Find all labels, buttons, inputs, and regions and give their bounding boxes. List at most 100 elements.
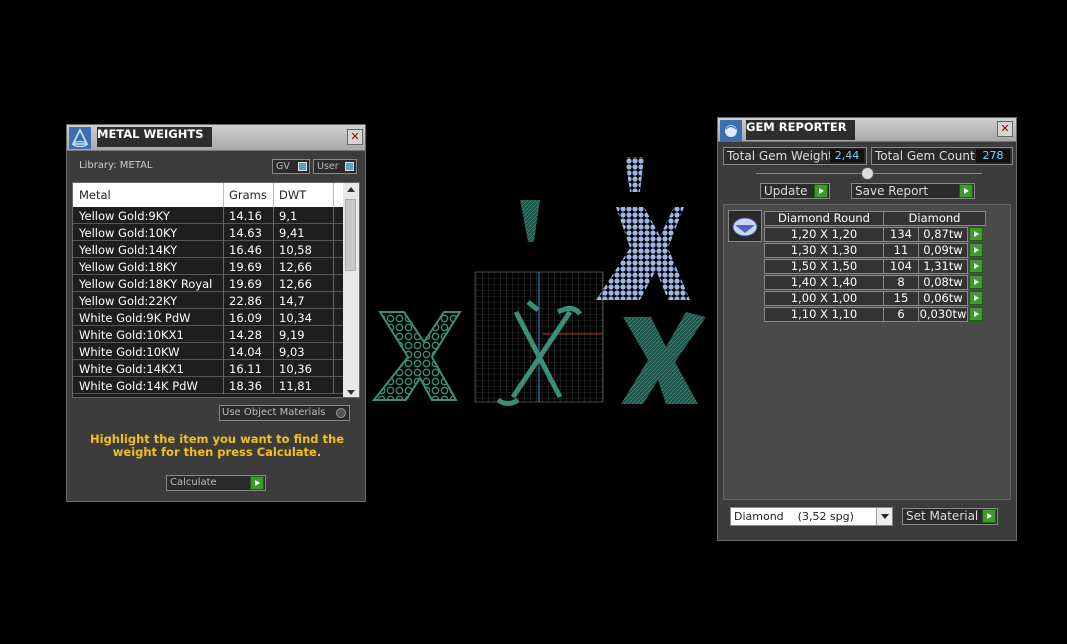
user-toggle-knob-icon <box>345 162 354 171</box>
viewport-3d[interactable] <box>368 152 708 412</box>
metal-row[interactable]: White Gold:9K PdW 16.09 10,34 <box>73 309 345 326</box>
metal-row[interactable]: White Gold:14K PdW 18.36 11,81 <box>73 377 345 394</box>
gem-row[interactable]: 1,00 X 1,00 15 0,06tw <box>764 291 1004 306</box>
col-divider <box>333 292 334 309</box>
scroll-down-icon[interactable] <box>347 390 355 395</box>
metal-name: White Gold:14K PdW <box>79 379 198 393</box>
gem-size: 1,10 X 1,10 <box>764 307 884 322</box>
gem-row[interactable]: 1,40 X 1,40 8 0,08tw <box>764 275 1004 290</box>
save-report-button[interactable]: Save Report <box>851 183 975 199</box>
header-diamond-round[interactable]: Diamond Round <box>764 211 884 226</box>
gem-row[interactable]: 1,50 X 1,50 104 1,31tw <box>764 259 1004 274</box>
gem-row[interactable]: 1,10 X 1,10 6 0,030tw <box>764 307 1004 322</box>
metal-dwt: 12,66 <box>279 260 312 274</box>
metal-name: Yellow Gold:10KY <box>79 226 178 240</box>
user-toggle[interactable]: User <box>313 159 357 174</box>
col-divider <box>333 183 334 207</box>
metal-row[interactable]: Yellow Gold:22KY 22.86 14,7 <box>73 292 345 309</box>
gem-list[interactable]: Diamond Round Diamond 1,20 X 1,20 134 0,87… <box>723 204 1011 500</box>
col-divider <box>273 360 274 377</box>
metal-weights-close-icon[interactable]: ✕ <box>347 129 363 145</box>
play-icon <box>250 476 264 490</box>
metal-row[interactable]: Yellow Gold:10KY 14.63 9,41 <box>73 224 345 241</box>
col-divider <box>223 207 224 224</box>
library-label: Library: METAL <box>79 160 153 171</box>
total-weight-label: Total Gem Weight <box>727 149 833 163</box>
scroll-up-icon[interactable] <box>347 187 355 192</box>
metal-dwt: 9,19 <box>279 328 305 342</box>
metal-dwt: 11,81 <box>279 379 312 393</box>
metal-list-scrollbar[interactable] <box>343 183 359 397</box>
select-gem-play-icon[interactable] <box>969 259 983 273</box>
metal-name: Yellow Gold:22KY <box>79 294 178 308</box>
metal-row[interactable]: Yellow Gold:18KY 19.69 12,66 <box>73 258 345 275</box>
material-select[interactable]: Diamond (3,52 spg) <box>730 507 893 526</box>
scroll-thumb[interactable] <box>345 199 356 271</box>
col-divider <box>273 309 274 326</box>
col-divider <box>223 292 224 309</box>
header-diamond[interactable]: Diamond <box>883 211 986 226</box>
metal-grams: 18.36 <box>229 379 262 393</box>
col-dwt[interactable]: DWT <box>279 188 306 202</box>
user-toggle-label: User <box>317 161 339 172</box>
metal-row[interactable]: White Gold:10KX1 14.28 9,19 <box>73 326 345 343</box>
col-divider <box>333 258 334 275</box>
select-gem-play-icon[interactable] <box>969 307 983 321</box>
gem-weight: 0,08tw <box>918 275 968 290</box>
metal-row[interactable]: Yellow Gold:14KY 16.46 10,58 <box>73 241 345 258</box>
select-gem-play-icon[interactable] <box>969 291 983 305</box>
set-material-button[interactable]: Set Material <box>902 508 998 525</box>
gem-row[interactable]: 1,30 X 1,30 11 0,09tw <box>764 243 1004 258</box>
splitter-handle-icon[interactable] <box>861 167 874 180</box>
metal-dwt: 12,66 <box>279 277 312 291</box>
metal-grams: 19.69 <box>229 277 262 291</box>
metal-weights-panel: METAL WEIGHTS ✕ Library: METAL GV User M… <box>66 124 366 502</box>
metal-row[interactable]: Yellow Gold:18KY Royal 19.69 12,66 <box>73 275 345 292</box>
use-object-materials-toggle[interactable]: Use Object Materials <box>219 405 350 421</box>
dropdown-arrow-icon[interactable] <box>876 508 892 525</box>
gv-toggle[interactable]: GV <box>272 159 310 174</box>
metal-dwt: 14,7 <box>279 294 305 308</box>
chevron-down-icon <box>881 514 889 519</box>
metal-grams: 16.46 <box>229 243 262 257</box>
metal-name: Yellow Gold:18KY <box>79 260 178 274</box>
gem-weight: 0,87tw <box>918 227 968 242</box>
metal-grams: 16.11 <box>229 362 262 376</box>
metal-name: White Gold:9K PdW <box>79 311 191 325</box>
col-divider <box>273 207 274 224</box>
gem-reporter-titlebar[interactable]: GEM REPORTER ✕ <box>718 118 1016 142</box>
col-divider <box>223 183 224 207</box>
select-gem-play-icon[interactable] <box>969 275 983 289</box>
metal-list[interactable]: Metal Grams DWT Yellow Gold:9KY 14.16 9,1 Y… <box>72 182 360 398</box>
metal-row[interactable]: White Gold:14KX1 16.11 10,36 <box>73 360 345 377</box>
gem-reporter-title: GEM REPORTER <box>746 120 855 140</box>
col-divider <box>273 377 274 394</box>
col-divider <box>273 343 274 360</box>
gem-x-model <box>596 157 690 300</box>
metal-name: Yellow Gold:14KY <box>79 243 178 257</box>
select-gem-play-icon[interactable] <box>969 227 983 241</box>
gem-size: 1,20 X 1,20 <box>764 227 884 242</box>
col-divider <box>223 241 224 258</box>
metal-dwt: 9,41 <box>279 226 305 240</box>
col-divider <box>273 224 274 241</box>
gem-reporter-close-icon[interactable]: ✕ <box>997 121 1013 137</box>
col-grams[interactable]: Grams <box>229 188 267 202</box>
set-material-label: Set Material <box>906 509 979 523</box>
calculate-button[interactable]: Calculate <box>166 475 266 491</box>
metal-row[interactable]: White Gold:10KW 14.04 9,03 <box>73 343 345 360</box>
metal-row[interactable]: Yellow Gold:9KY 14.16 9,1 <box>73 207 345 224</box>
gem-reporter-app-icon <box>720 120 742 142</box>
col-divider <box>333 275 334 292</box>
total-weight-value: 2,44 <box>830 149 864 163</box>
metal-weights-titlebar[interactable]: METAL WEIGHTS ✕ <box>67 125 365 151</box>
gem-count: 104 <box>883 259 919 274</box>
select-gem-play-icon[interactable] <box>969 243 983 257</box>
update-button[interactable]: Update <box>760 183 830 199</box>
col-divider <box>223 224 224 241</box>
save-report-label: Save Report <box>855 184 929 198</box>
col-metal[interactable]: Metal <box>79 188 111 202</box>
gem-row[interactable]: 1,20 X 1,20 134 0,87tw <box>764 227 1004 242</box>
col-divider <box>273 258 274 275</box>
gem-size: 1,50 X 1,50 <box>764 259 884 274</box>
